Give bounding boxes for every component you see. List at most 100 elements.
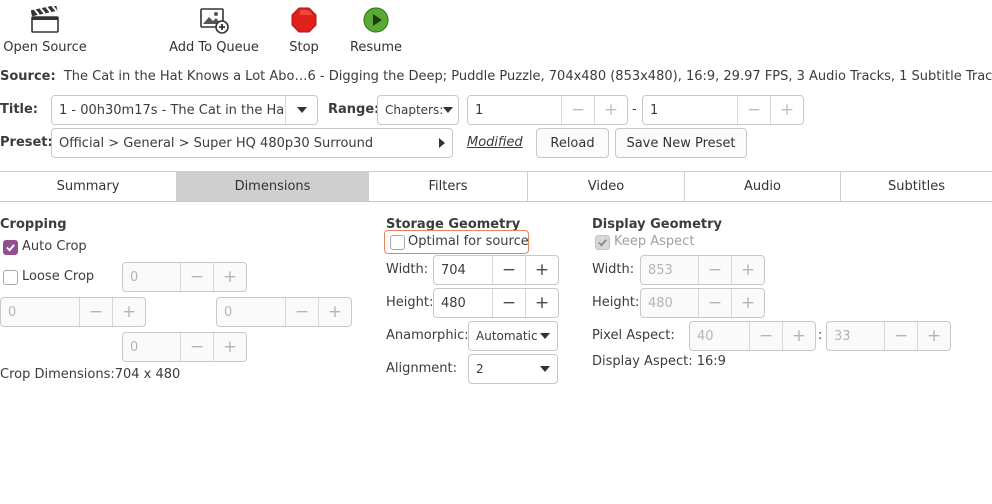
reload-button[interactable]: Reload xyxy=(536,128,609,158)
storage-height-spin[interactable]: 480 − + xyxy=(433,288,559,318)
range-end-increment[interactable]: + xyxy=(770,96,803,124)
tab-audio[interactable]: Audio xyxy=(685,171,841,201)
auto-crop-checkbox[interactable] xyxy=(3,240,18,255)
pixel-aspect-label: Pixel Aspect: xyxy=(592,328,675,343)
crop-bottom-decrement[interactable]: − xyxy=(180,333,213,361)
range-separator: - xyxy=(632,102,637,117)
alignment-select[interactable]: 2 xyxy=(468,354,558,384)
tab-video[interactable]: Video xyxy=(528,171,685,201)
keep-aspect-label: Keep Aspect xyxy=(614,234,695,249)
storage-width-label: Width: xyxy=(386,262,429,277)
loose-crop-label: Loose Crop xyxy=(22,269,95,284)
title-dropdown-button[interactable] xyxy=(285,96,317,124)
pixel-aspect-separator: : xyxy=(818,328,823,343)
loose-crop-spin[interactable]: 0 − + xyxy=(122,262,247,292)
display-height-decrement[interactable]: − xyxy=(698,289,731,317)
stop-icon xyxy=(282,4,326,36)
loose-crop-increment[interactable]: + xyxy=(213,263,246,291)
tab-summary[interactable]: Summary xyxy=(0,171,177,201)
display-height-label: Height: xyxy=(592,295,640,310)
crop-left-decrement[interactable]: − xyxy=(79,298,112,326)
range-end-value[interactable]: 1 xyxy=(643,96,737,124)
range-start-spin[interactable]: 1 − + xyxy=(467,95,628,125)
pixel-aspect-num-value[interactable]: 40 xyxy=(690,322,749,350)
crop-right-spin[interactable]: 0 − + xyxy=(216,297,352,327)
check-icon xyxy=(598,239,607,247)
display-height-value[interactable]: 480 xyxy=(641,289,698,317)
stop-button[interactable]: Stop xyxy=(282,4,326,55)
anamorphic-label: Anamorphic: xyxy=(386,328,469,343)
range-end-decrement[interactable]: − xyxy=(737,96,770,124)
crop-bottom-value[interactable]: 0 xyxy=(123,333,180,361)
chevron-down-icon xyxy=(296,107,307,113)
loose-crop-decrement[interactable]: − xyxy=(180,263,213,291)
storage-width-decrement[interactable]: − xyxy=(492,256,525,284)
range-start-decrement[interactable]: − xyxy=(561,96,594,124)
pixel-aspect-num-increment[interactable]: + xyxy=(782,322,815,350)
pixel-aspect-den-spin[interactable]: 33 − + xyxy=(826,321,951,351)
title-select[interactable]: 1 - 00h30m17s - The Cat in the Ha… xyxy=(51,95,318,125)
storage-height-value[interactable]: 480 xyxy=(434,289,492,317)
range-end-spin[interactable]: 1 − + xyxy=(642,95,804,125)
chevron-down-icon xyxy=(540,366,550,372)
range-start-value[interactable]: 1 xyxy=(468,96,561,124)
storage-height-label: Height: xyxy=(386,295,434,310)
resume-label: Resume xyxy=(349,40,403,55)
anamorphic-select[interactable]: Automatic xyxy=(468,321,558,351)
alignment-value: 2 xyxy=(476,362,484,376)
pixel-aspect-num-decrement[interactable]: − xyxy=(749,322,782,350)
crop-bottom-increment[interactable]: + xyxy=(213,333,246,361)
display-width-increment[interactable]: + xyxy=(731,256,764,284)
storage-height-increment[interactable]: + xyxy=(525,289,558,317)
storage-width-value[interactable]: 704 xyxy=(434,256,492,284)
stop-label: Stop xyxy=(289,40,319,55)
display-geometry-heading: Display Geometry xyxy=(592,217,722,232)
display-height-increment[interactable]: + xyxy=(731,289,764,317)
tab-subtitles[interactable]: Subtitles xyxy=(841,171,992,201)
tab-dimensions[interactable]: Dimensions xyxy=(177,171,369,201)
loose-crop-checkbox[interactable] xyxy=(3,270,18,285)
auto-crop-label: Auto Crop xyxy=(22,239,87,254)
display-height-spin[interactable]: 480 − + xyxy=(640,288,765,318)
open-source-button[interactable]: Open Source xyxy=(2,4,88,55)
crop-right-increment[interactable]: + xyxy=(318,298,351,326)
clapperboard-icon xyxy=(2,4,88,36)
crop-bottom-spin[interactable]: 0 − + xyxy=(122,332,247,362)
tab-bar: Summary Dimensions Filters Video Audio S… xyxy=(0,171,992,202)
range-start-increment[interactable]: + xyxy=(594,96,627,124)
crop-dimensions-text: Crop Dimensions:704 x 480 xyxy=(0,367,181,382)
storage-height-decrement[interactable]: − xyxy=(492,289,525,317)
preset-select[interactable]: Official > General > Super HQ 480p30 Sur… xyxy=(51,128,453,158)
add-to-queue-label: Add To Queue xyxy=(169,40,259,55)
keep-aspect-checkbox[interactable] xyxy=(595,235,610,250)
pixel-aspect-den-increment[interactable]: + xyxy=(917,322,950,350)
storage-width-increment[interactable]: + xyxy=(525,256,558,284)
crop-left-value[interactable]: 0 xyxy=(1,298,79,326)
cropping-heading: Cropping xyxy=(0,217,67,232)
optimal-for-source-checkbox[interactable] xyxy=(390,235,405,250)
pixel-aspect-den-decrement[interactable]: − xyxy=(884,322,917,350)
preset-modified-link[interactable]: Modified xyxy=(467,135,523,150)
tab-filters[interactable]: Filters xyxy=(369,171,528,201)
pixel-aspect-num-spin[interactable]: 40 − + xyxy=(689,321,816,351)
crop-right-value[interactable]: 0 xyxy=(217,298,285,326)
display-width-value[interactable]: 853 xyxy=(641,256,698,284)
storage-width-spin[interactable]: 704 − + xyxy=(433,255,559,285)
range-mode-select[interactable]: Chapters: xyxy=(377,95,459,125)
display-width-decrement[interactable]: − xyxy=(698,256,731,284)
crop-right-decrement[interactable]: − xyxy=(285,298,318,326)
anamorphic-value: Automatic xyxy=(476,329,538,343)
add-to-queue-button[interactable]: Add To Queue xyxy=(168,4,260,55)
optimal-for-source-label: Optimal for source xyxy=(408,234,529,249)
resume-button[interactable]: Resume xyxy=(346,4,406,55)
pixel-aspect-den-value[interactable]: 33 xyxy=(827,322,884,350)
crop-left-spin[interactable]: 0 − + xyxy=(0,297,146,327)
save-new-preset-button[interactable]: Save New Preset xyxy=(615,128,747,158)
crop-left-increment[interactable]: + xyxy=(112,298,145,326)
display-aspect-text: Display Aspect: 16:9 xyxy=(592,354,726,369)
preset-label: Preset: xyxy=(0,135,53,150)
preset-value: Official > General > Super HQ 480p30 Sur… xyxy=(59,135,374,151)
loose-crop-value[interactable]: 0 xyxy=(123,263,180,291)
title-label: Title: xyxy=(0,102,39,117)
display-width-spin[interactable]: 853 − + xyxy=(640,255,765,285)
